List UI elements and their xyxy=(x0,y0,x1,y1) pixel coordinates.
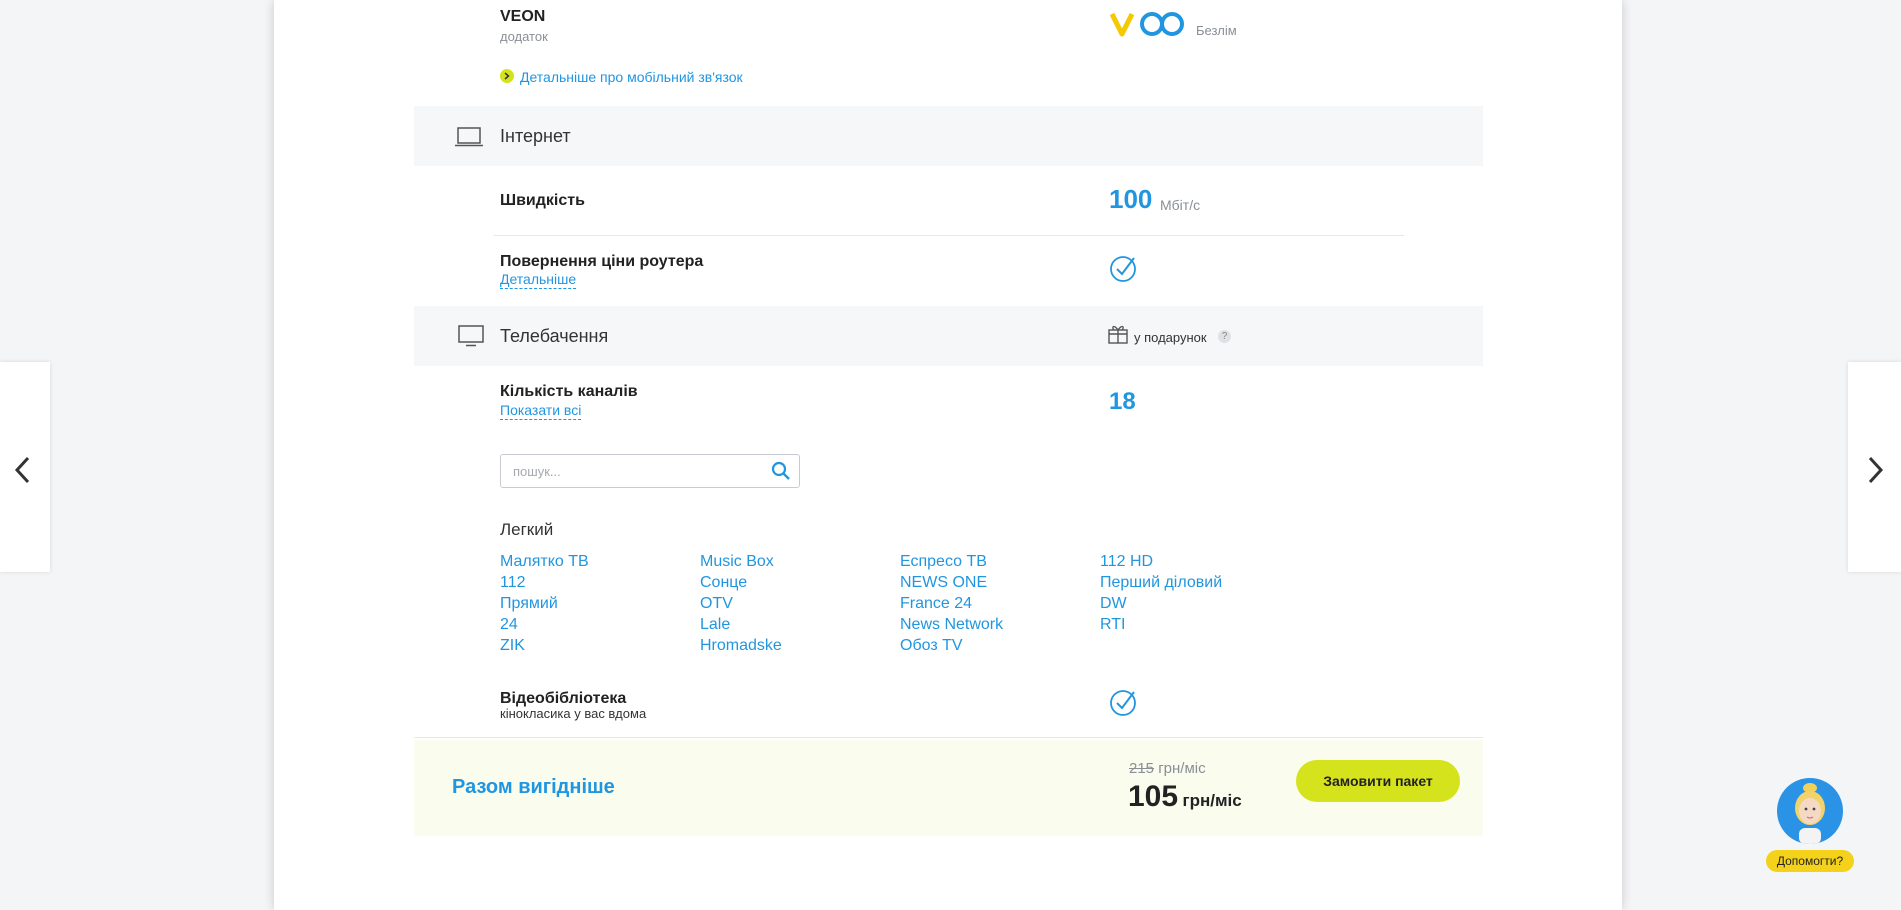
new-price-unit: грн/міс xyxy=(1182,791,1242,810)
speed-unit: Мбіт/с xyxy=(1160,197,1201,213)
channel-link[interactable]: Lale xyxy=(700,614,900,635)
channel-link[interactable]: Прямий xyxy=(500,593,700,614)
prev-slide-button[interactable] xyxy=(0,362,50,572)
check-circle-icon xyxy=(1110,256,1136,282)
tv-title: Телебачення xyxy=(500,326,609,346)
check-circle-icon xyxy=(1110,690,1136,716)
router-label: Повернення ціни роутера xyxy=(500,253,704,270)
channel-link[interactable]: NEWS ONE xyxy=(900,572,1100,593)
next-slide-button[interactable] xyxy=(1848,362,1901,572)
channel-search[interactable]: пошук... xyxy=(500,454,800,488)
addon-subtitle: додаток xyxy=(500,29,548,44)
channel-link[interactable]: 112 HD xyxy=(1100,551,1300,572)
package-name: Легкий xyxy=(500,520,554,539)
speed-value: 100 xyxy=(1109,184,1153,214)
channel-column: Еспресо TB NEWS ONE France 24 News Netwo… xyxy=(900,551,1100,656)
channel-link[interactable]: Перший діловий xyxy=(1100,572,1300,593)
arrow-circle-icon xyxy=(500,69,514,83)
channels-count-label: Кількість каналів xyxy=(500,383,638,400)
channel-link[interactable]: 24 xyxy=(500,614,700,635)
search-icon[interactable] xyxy=(771,461,791,481)
channel-link[interactable]: OTV xyxy=(700,593,900,614)
search-input[interactable]: пошук... xyxy=(513,464,561,479)
chevron-left-icon xyxy=(14,456,30,484)
new-price-value: 105 xyxy=(1128,780,1179,813)
video-library-subtitle: кінокласика у вас вдома xyxy=(500,706,647,721)
speed-label: Швидкість xyxy=(500,192,585,209)
channel-link[interactable]: DW xyxy=(1100,593,1300,614)
addon-value: Безлім xyxy=(1196,23,1237,38)
channel-link[interactable]: RTI xyxy=(1100,614,1300,635)
new-price: 105 грн/міс xyxy=(1128,780,1242,814)
channel-link[interactable]: Hromadske xyxy=(700,635,900,656)
channel-link[interactable]: Music Box xyxy=(700,551,900,572)
channel-link[interactable]: Еспресо TB xyxy=(900,551,1100,572)
channel-link[interactable]: Малятко TB xyxy=(500,551,700,572)
veon-logo xyxy=(1109,10,1192,43)
channel-link[interactable]: News Network xyxy=(900,614,1100,635)
old-price-unit: грн/міс xyxy=(1158,760,1206,777)
divider xyxy=(414,737,1483,738)
addon-name: VEON xyxy=(500,8,546,25)
channel-column: 112 HD Перший діловий DW RTI xyxy=(1100,551,1300,635)
more-mobile-link-label[interactable]: Детальніше про мобільний зв'язок xyxy=(520,69,743,85)
veon-logo-icon xyxy=(1109,12,1184,37)
channel-link[interactable]: 112 xyxy=(500,572,700,593)
channel-column: Малятко TB 112 Прямий 24 ZIK xyxy=(500,551,700,656)
show-all-channels-link[interactable]: Показати всі xyxy=(500,402,582,420)
channel-link[interactable]: Сонце xyxy=(700,572,900,593)
order-package-button[interactable]: Замовити пакет xyxy=(1296,760,1460,802)
chevron-right-icon xyxy=(1868,456,1884,484)
help-button[interactable]: Допомогти? xyxy=(1766,850,1854,872)
tv-section-header: Телебачення у подарунок ? xyxy=(414,306,1483,366)
channels-count-value: 18 xyxy=(1109,388,1136,415)
internet-section-header: Інтернет xyxy=(414,106,1483,166)
old-price-value: 215 xyxy=(1129,760,1155,777)
gift-help-icon[interactable]: ? xyxy=(1218,330,1231,343)
channel-link[interactable]: Обоз TV xyxy=(900,635,1100,656)
internet-title: Інтернет xyxy=(500,126,571,146)
gift-icon xyxy=(1108,325,1128,344)
channel-column: Music Box Сонце OTV Lale Hromadske xyxy=(700,551,900,656)
divider xyxy=(494,235,1404,236)
tv-icon xyxy=(458,325,484,347)
channel-link[interactable]: ZIK xyxy=(500,635,700,656)
gift-label: у подарунок xyxy=(1134,330,1207,345)
help-assistant-avatar[interactable] xyxy=(1777,778,1843,844)
footer-title: Разом вигідніше xyxy=(452,776,615,798)
router-details-link[interactable]: Детальніше xyxy=(500,271,577,289)
assistant-avatar-icon xyxy=(1795,783,1825,844)
old-price: 215 грн/міс xyxy=(1129,760,1206,777)
channel-link[interactable]: France 24 xyxy=(900,593,1100,614)
laptop-icon xyxy=(455,127,483,147)
